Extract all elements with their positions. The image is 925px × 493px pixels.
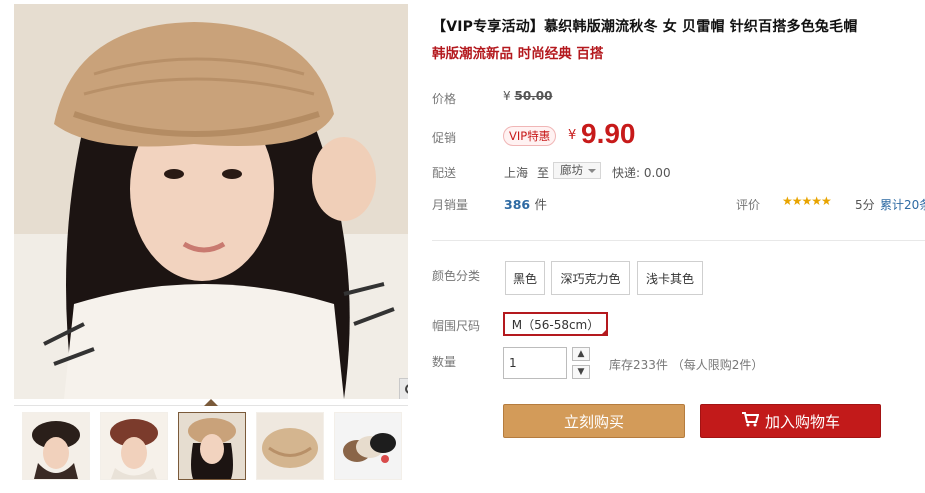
rating-label: 评价 [736, 198, 761, 212]
sales-count-number: 386 [504, 197, 531, 212]
original-price-value: 50.00 [514, 89, 553, 103]
divider [432, 240, 925, 241]
sales-count-unit: 件 [534, 197, 547, 212]
color-option-chocolate[interactable]: 深巧克力色 [551, 261, 630, 295]
thumbnail-strip [14, 405, 408, 492]
shipping-from: 上海 [504, 166, 529, 180]
buy-now-button[interactable]: 立刻购买 [503, 404, 685, 438]
promo-label: 促销 [432, 131, 457, 145]
size-option-selected[interactable]: M（56-58cm） [503, 312, 608, 336]
shipping-to-word: 至 [537, 166, 550, 180]
destination-city-select[interactable]: 廊坊 [553, 162, 601, 179]
color-option-khaki[interactable]: 浅卡其色 [637, 261, 703, 295]
size-option-text: M（56-58cm） [511, 317, 600, 332]
original-price-currency: ¥ [503, 89, 511, 103]
chevron-down-icon [588, 169, 596, 173]
quantity-increase-button[interactable]: ▲ [572, 347, 590, 361]
magnifier-icon[interactable] [399, 378, 408, 399]
main-product-image[interactable] [14, 4, 408, 399]
express-fee: 快递: 0.00 [612, 166, 671, 180]
add-to-cart-label: 加入购物车 [764, 412, 840, 431]
size-label: 帽围尺码 [432, 319, 481, 333]
rating-stars: ★★★★★ [782, 194, 832, 208]
rating-score: 5分 [855, 198, 875, 212]
rating-total-link[interactable]: 累计20条 [880, 196, 925, 213]
thumbnail-2[interactable] [100, 412, 168, 480]
add-to-cart-button[interactable]: 加入购物车 [700, 404, 881, 438]
buy-now-label: 立刻购买 [563, 412, 624, 431]
thumbnail-4[interactable] [256, 412, 324, 480]
cart-icon [741, 411, 760, 431]
selected-thumb-caret [204, 399, 218, 406]
shipping-label: 配送 [432, 166, 457, 180]
stock-info: 库存233件 （每人限购2件） [609, 358, 764, 372]
promo-currency: ¥ [568, 128, 577, 143]
sales-count[interactable]: 386 件 [504, 194, 547, 213]
vip-badge: VIP特惠 [503, 126, 557, 146]
thumbnail-3[interactable] [178, 412, 246, 480]
sales-label: 月销量 [432, 198, 469, 212]
product-photo [14, 4, 408, 399]
quantity-decrease-button[interactable]: ▼ [572, 365, 590, 379]
product-subtitle: 韩版潮流新品 时尚经典 百搭 [432, 46, 604, 62]
destination-city: 廊坊 [560, 163, 583, 177]
color-option-black[interactable]: 黑色 [505, 261, 545, 295]
original-price: ¥ 50.00 [503, 89, 552, 103]
promo-price: 9.90 [581, 118, 636, 149]
selected-check-icon [600, 328, 608, 336]
color-label: 颜色分类 [432, 269, 481, 283]
thumbnail-5[interactable] [334, 412, 402, 480]
thumbnail-1[interactable] [22, 412, 90, 480]
price-label: 价格 [432, 92, 457, 106]
quantity-input[interactable] [503, 347, 567, 379]
quantity-label: 数量 [432, 355, 457, 369]
product-title: 【VIP专享活动】慕织韩版潮流秋冬 女 贝雷帽 针织百搭多色兔毛帽 [432, 19, 858, 35]
